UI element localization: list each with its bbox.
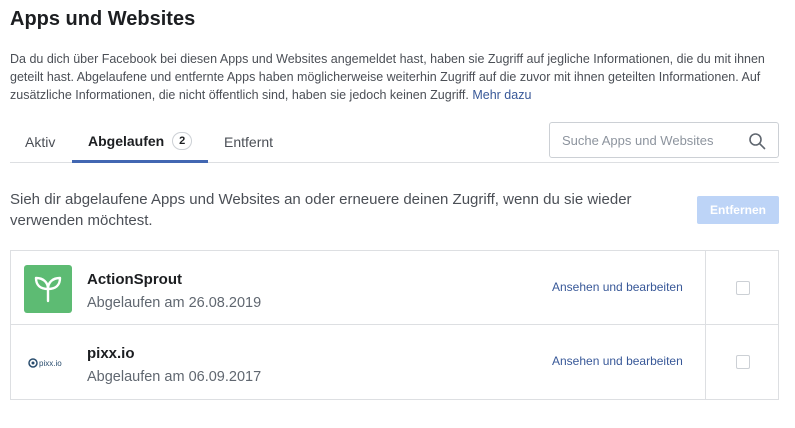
- checkbox-cell: [705, 251, 779, 324]
- intro-text: Da du dich über Facebook bei diesen Apps…: [10, 50, 780, 104]
- intro-body: Da du dich über Facebook bei diesen Apps…: [10, 52, 765, 102]
- search-box: [549, 122, 779, 158]
- app-name: ActionSprout: [87, 271, 182, 288]
- search-input[interactable]: [562, 123, 742, 157]
- app-name: pixx.io: [87, 345, 135, 362]
- tab-entfernt[interactable]: Entfernt: [209, 121, 299, 163]
- app-status: Abgelaufen am 06.09.2017: [87, 369, 262, 385]
- list-item: ActionSprout Abgelaufen am 26.08.2019 An…: [11, 251, 778, 325]
- select-checkbox[interactable]: [735, 355, 750, 369]
- pixxio-logo-icon: pixx.io: [24, 339, 72, 387]
- list-item: pixx.io pixx.io Abgelaufen am 06.09.2017…: [11, 325, 778, 399]
- tab-label: Aktiv: [25, 134, 56, 150]
- app-list: ActionSprout Abgelaufen am 26.08.2019 An…: [10, 250, 779, 400]
- tab-label: Entfernt: [224, 134, 274, 150]
- tab-aktiv[interactable]: Aktiv: [10, 121, 72, 163]
- learn-more-link[interactable]: Mehr dazu: [472, 88, 531, 102]
- app-status: Abgelaufen am 26.08.2019: [87, 295, 262, 311]
- view-edit-link[interactable]: Ansehen und bearbeiten: [552, 354, 683, 368]
- checkbox-cell: [705, 325, 779, 399]
- pixxio-logo-text: pixx.io: [39, 359, 62, 368]
- remove-button[interactable]: Entfernen: [697, 196, 779, 224]
- actionsprout-logo-icon: [24, 265, 72, 313]
- view-edit-link[interactable]: Ansehen und bearbeiten: [552, 280, 683, 294]
- select-checkbox[interactable]: [735, 280, 750, 295]
- tab-label: Abgelaufen: [88, 132, 165, 149]
- tab-abgelaufen[interactable]: Abgelaufen 2: [72, 121, 208, 163]
- section-description: Sieh dir abgelaufene Apps und Websites a…: [10, 191, 632, 229]
- search-icon[interactable]: [748, 132, 766, 150]
- page-title: Apps und Websites: [10, 8, 196, 30]
- count-badge: 2: [172, 131, 193, 150]
